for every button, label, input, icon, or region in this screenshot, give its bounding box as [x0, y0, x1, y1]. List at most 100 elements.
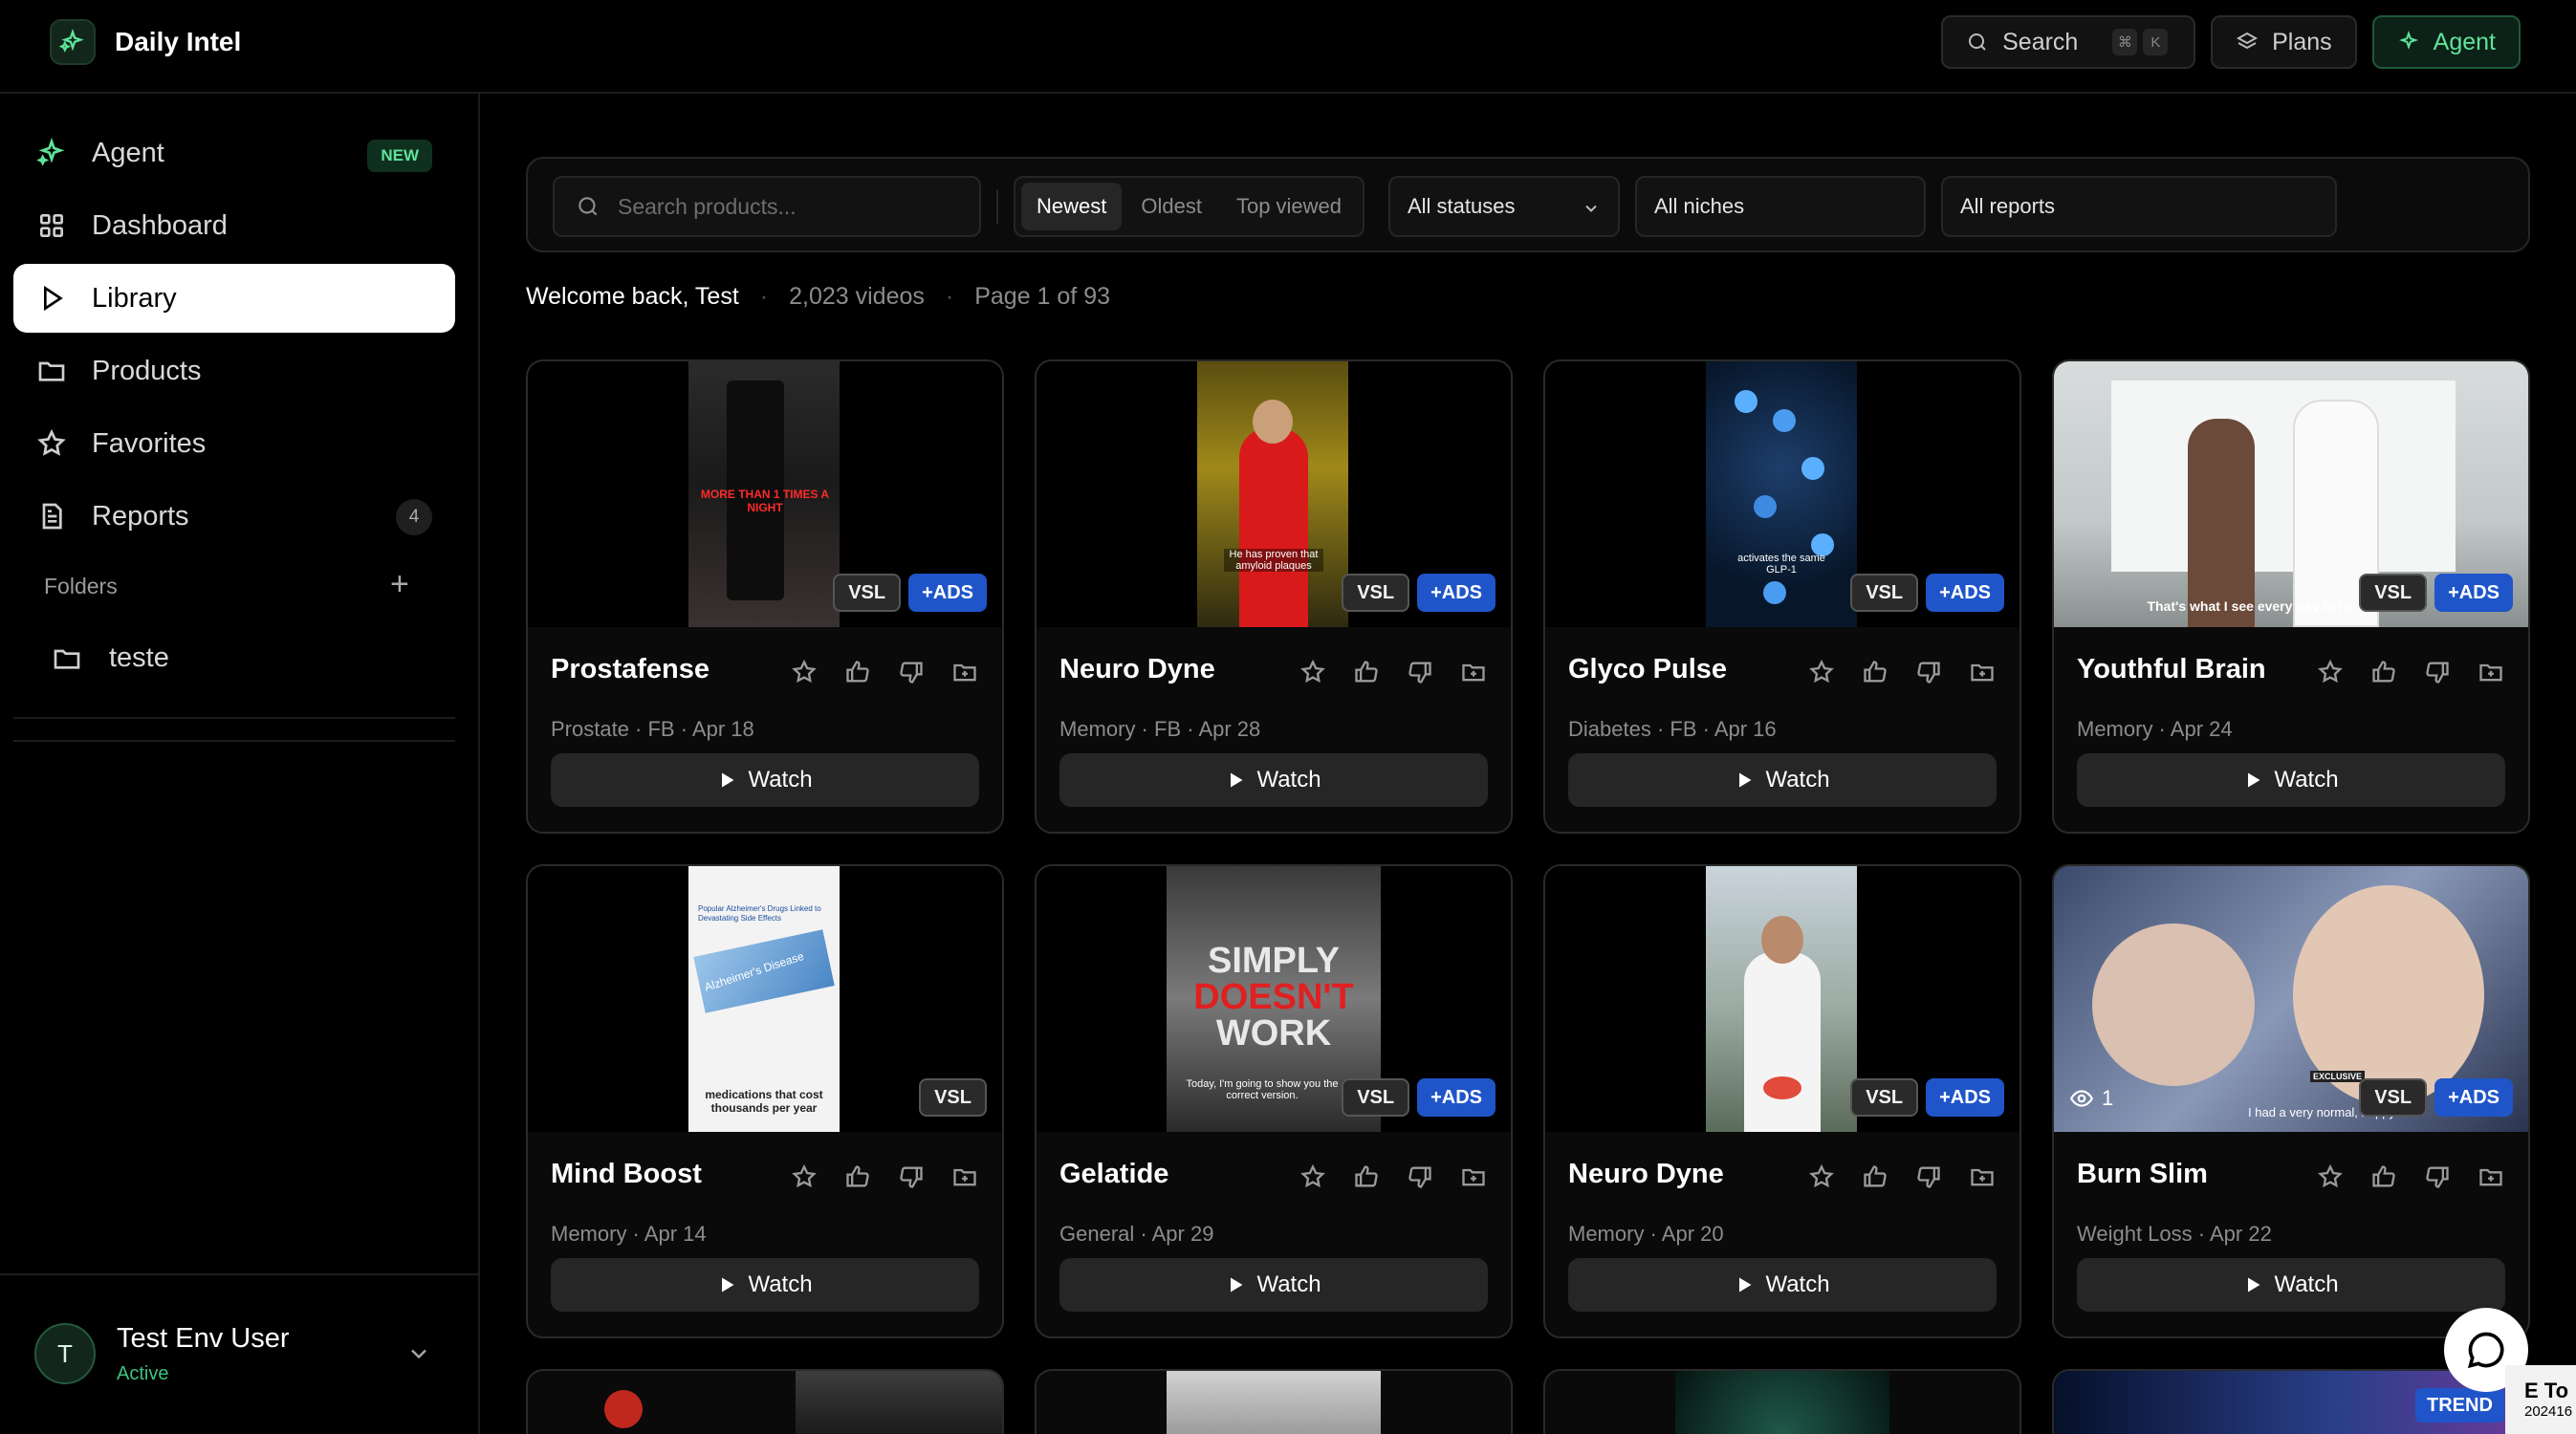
sidebar-item-library[interactable]: Library — [13, 264, 455, 333]
thumb-headline: Popular Alzheimer's Drugs Linked to Deva… — [698, 904, 821, 923]
video-card[interactable]: activates the same GLP-1 VSL +ADS Glyco … — [1543, 359, 2021, 834]
card-tags: VSL +ADS — [2359, 1078, 2513, 1117]
add-to-folder-icon[interactable] — [1966, 1161, 1998, 1193]
card-tags: VSL +ADS — [2359, 574, 2513, 612]
sidebar-item-reports[interactable]: Reports 4 — [13, 482, 455, 551]
video-card[interactable] — [526, 1369, 1004, 1434]
sidebar-item-dashboard[interactable]: Dashboard — [13, 191, 455, 260]
thumbs-down-icon[interactable] — [895, 656, 928, 688]
thumbs-down-icon[interactable] — [895, 1161, 928, 1193]
favorite-star-icon[interactable] — [1805, 656, 1838, 688]
eye-icon — [2069, 1090, 2094, 1107]
ads-tag: +ADS — [1926, 1078, 2004, 1117]
add-to-folder-icon[interactable] — [1457, 656, 1490, 688]
status-select[interactable]: All statuses — [1388, 176, 1620, 237]
favorite-star-icon[interactable] — [1297, 1161, 1329, 1193]
favorite-star-icon[interactable] — [788, 656, 820, 688]
product-search[interactable] — [553, 176, 981, 237]
watch-button[interactable]: Watch — [1568, 1258, 1997, 1312]
sidebar-item-products[interactable]: Products — [13, 337, 455, 405]
watch-label: Watch — [1765, 767, 1830, 793]
sort-oldest[interactable]: Oldest — [1125, 183, 1217, 230]
thumbs-down-icon[interactable] — [1404, 656, 1436, 688]
watch-button[interactable]: Watch — [551, 753, 979, 807]
sidebar-item-favorites[interactable]: Favorites — [13, 409, 455, 478]
video-count: 2,023 videos — [789, 283, 925, 310]
sidebar-item-agent[interactable]: Agent NEW — [13, 119, 455, 187]
thumbs-up-icon[interactable] — [1350, 656, 1383, 688]
watch-label: Watch — [1765, 1271, 1830, 1297]
video-card[interactable]: Popular Alzheimer's Drugs Linked to Deva… — [526, 864, 1004, 1338]
brand[interactable]: Daily Intel — [50, 19, 241, 65]
card-meta: Memory · FB · Apr 28 — [1059, 717, 1261, 741]
ads-tag: +ADS — [1417, 574, 1495, 612]
agent-button[interactable]: Agent — [2371, 15, 2521, 69]
add-to-folder-icon[interactable] — [2475, 1161, 2507, 1193]
user-menu[interactable]: T Test Env User Active — [0, 1273, 478, 1434]
card-actions — [1297, 656, 1490, 688]
video-thumbnail[interactable]: Popular Alzheimer's Drugs Linked to Deva… — [528, 866, 1002, 1132]
sort-newest[interactable]: Newest — [1021, 183, 1123, 230]
chevron-down-icon[interactable] — [405, 1340, 432, 1367]
watch-button[interactable]: Watch — [2077, 753, 2505, 807]
video-card[interactable]: That's what I see every day in re... VSL… — [2052, 359, 2530, 834]
niche-select[interactable]: All niches — [1635, 176, 1926, 237]
thumbs-up-icon[interactable] — [2368, 656, 2400, 688]
watch-button[interactable]: Watch — [1059, 1258, 1488, 1312]
watch-button[interactable]: Watch — [1568, 753, 1997, 807]
favorite-star-icon[interactable] — [788, 1161, 820, 1193]
video-thumbnail[interactable]: MORE THAN 1 TIMES A NIGHT VSL +ADS — [528, 361, 1002, 627]
video-card[interactable]: He has proven that amyloid plaques VSL +… — [1035, 359, 1513, 834]
report-select[interactable]: All reports — [1941, 176, 2337, 237]
separator-dot: · — [945, 283, 954, 310]
sort-top-viewed[interactable]: Top viewed — [1221, 183, 1357, 230]
video-thumbnail[interactable]: activates the same GLP-1 VSL +ADS — [1545, 361, 2019, 627]
add-to-folder-icon[interactable] — [949, 1161, 981, 1193]
add-to-folder-icon[interactable] — [2475, 656, 2507, 688]
video-card[interactable]: SIMPLY DOESN'T WORK Today, I'm going to … — [1035, 864, 1513, 1338]
sort-toggle-group: Newest Oldest Top viewed — [1014, 176, 1365, 237]
global-search-button[interactable]: Search ⌘ K — [1941, 15, 2196, 69]
video-card[interactable]: MORE THAN 1 TIMES A NIGHT VSL +ADS Prost… — [526, 359, 1004, 834]
watch-button[interactable]: Watch — [2077, 1258, 2505, 1312]
watch-button[interactable]: Watch — [1059, 753, 1488, 807]
thumbs-up-icon[interactable] — [2368, 1161, 2400, 1193]
video-thumbnail[interactable]: He has proven that amyloid plaques VSL +… — [1037, 361, 1511, 627]
thumbs-up-icon[interactable] — [1859, 656, 1891, 688]
thumbs-up-icon[interactable] — [1859, 1161, 1891, 1193]
plans-button[interactable]: Plans — [2211, 15, 2357, 69]
video-card[interactable]: VSL +ADS Neuro Dyne Memory · Apr 20 Watc… — [1543, 864, 2021, 1338]
add-to-folder-icon[interactable] — [1966, 656, 1998, 688]
layers-icon — [2237, 32, 2259, 50]
plans-label: Plans — [2272, 28, 2332, 55]
add-folder-button[interactable]: + — [390, 568, 409, 600]
thumbs-up-icon[interactable] — [841, 1161, 874, 1193]
card-meta: Memory · Apr 14 — [551, 1222, 707, 1246]
favorite-star-icon[interactable] — [2314, 1161, 2347, 1193]
thumbs-down-icon[interactable] — [1912, 1161, 1945, 1193]
video-thumbnail[interactable]: VSL +ADS — [1545, 866, 2019, 1132]
add-to-folder-icon[interactable] — [1457, 1161, 1490, 1193]
vsl-tag: VSL — [1342, 574, 1410, 612]
favorite-star-icon[interactable] — [2314, 656, 2347, 688]
thumbs-down-icon[interactable] — [2421, 656, 2454, 688]
thumbs-up-icon[interactable] — [841, 656, 874, 688]
video-card[interactable]: EXCLUSIVE I had a very normal, happy 1 V… — [2052, 864, 2530, 1338]
folder-item-teste[interactable]: teste — [52, 642, 169, 674]
video-thumbnail[interactable]: That's what I see every day in re... VSL… — [2054, 361, 2528, 627]
favorite-star-icon[interactable] — [1297, 656, 1329, 688]
card-meta: Diabetes · FB · Apr 16 — [1568, 717, 1777, 741]
favorite-star-icon[interactable] — [1805, 1161, 1838, 1193]
add-to-folder-icon[interactable] — [949, 656, 981, 688]
product-search-input[interactable] — [618, 193, 962, 220]
video-thumbnail[interactable]: EXCLUSIVE I had a very normal, happy 1 V… — [2054, 866, 2528, 1132]
video-card[interactable] — [1035, 1369, 1513, 1434]
thumbs-down-icon[interactable] — [2421, 1161, 2454, 1193]
thumbs-up-icon[interactable] — [1350, 1161, 1383, 1193]
thumbs-down-icon[interactable] — [1912, 656, 1945, 688]
video-card[interactable] — [1543, 1369, 2021, 1434]
watch-button[interactable]: Watch — [551, 1258, 979, 1312]
play-icon — [2248, 772, 2260, 788]
video-thumbnail[interactable]: SIMPLY DOESN'T WORK Today, I'm going to … — [1037, 866, 1511, 1132]
thumbs-down-icon[interactable] — [1404, 1161, 1436, 1193]
